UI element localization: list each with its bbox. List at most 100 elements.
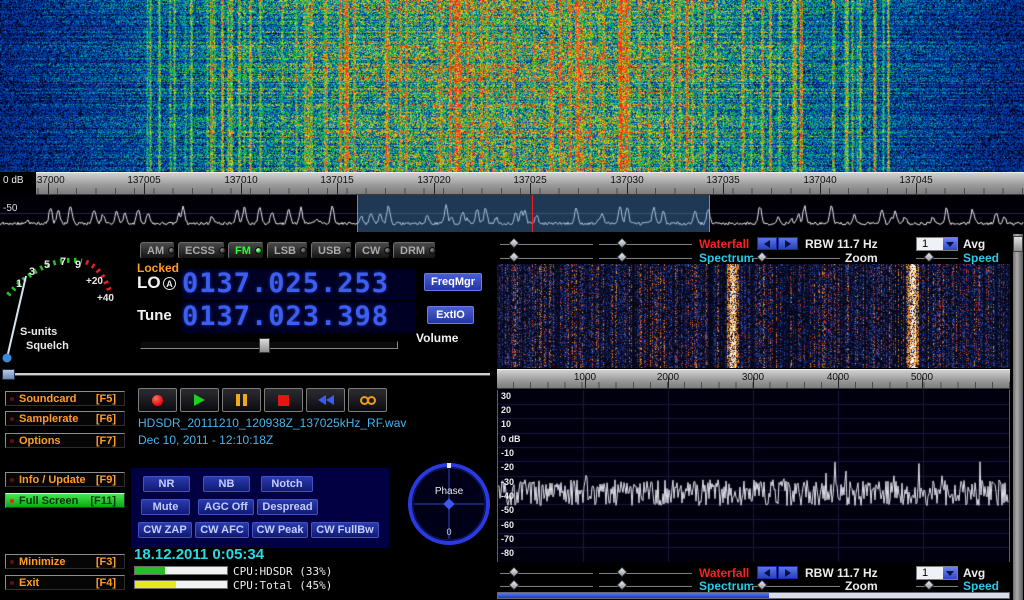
- zoom-label: Zoom: [845, 251, 878, 265]
- speed-slider-2[interactable]: [916, 580, 958, 591]
- playback-controls: [138, 388, 387, 412]
- vertical-scrollbar-thumb[interactable]: [1013, 236, 1023, 252]
- button-led-icon: [10, 478, 14, 482]
- shift-right-button-2[interactable]: [778, 566, 798, 579]
- rewind-button[interactable]: [306, 388, 345, 412]
- play-button[interactable]: [180, 388, 219, 412]
- passband-selection[interactable]: [357, 195, 710, 232]
- db-scale-label: -10: [501, 448, 514, 458]
- spectrum-range-slider[interactable]: [500, 252, 593, 263]
- record-button[interactable]: [138, 388, 177, 412]
- rf-spectrum-panel[interactable]: 30 20 10 0 dB -10 -20 -30 -40 -50 -60 -7…: [497, 390, 1010, 562]
- db-scale-label: 30: [501, 391, 511, 401]
- zoom-slider[interactable]: [752, 252, 840, 263]
- info-update-button[interactable]: Info / Update[F9]: [5, 472, 125, 487]
- avg-select-2[interactable]: 1: [916, 566, 958, 580]
- cw-afc-button[interactable]: CW AFC: [195, 522, 249, 538]
- waterfall-toggle-label[interactable]: Waterfall: [699, 237, 749, 251]
- dropdown-arrow-icon[interactable]: [943, 567, 957, 579]
- dropdown-arrow-icon[interactable]: [943, 238, 957, 250]
- speed-label-2: Speed: [963, 579, 999, 593]
- speed-slider[interactable]: [916, 252, 958, 263]
- button-fkey: [F7]: [96, 435, 116, 447]
- button-fkey: [F11]: [90, 495, 116, 507]
- slider-thumb[interactable]: [923, 579, 934, 590]
- slider-thumb[interactable]: [616, 579, 627, 590]
- stop-button[interactable]: [264, 388, 303, 412]
- soundcard-button[interactable]: Soundcard[F5]: [5, 391, 125, 406]
- nr-button[interactable]: NR: [143, 476, 190, 492]
- shift-right-button[interactable]: [778, 237, 798, 250]
- lo-label: LO: [137, 273, 161, 293]
- db-scale-label: -20: [501, 462, 514, 472]
- spectrum-toggle-label-2[interactable]: Spectrum: [699, 579, 754, 593]
- rbw-label: RBW 11.7 Hz: [805, 237, 878, 251]
- cw-fullbw-button[interactable]: CW FullBw: [311, 522, 379, 538]
- lo-frequency-display[interactable]: 0137.025.253: [182, 269, 416, 300]
- pause-button[interactable]: [222, 388, 261, 412]
- spectrum-offset-slider[interactable]: [599, 252, 692, 263]
- pause-icon: [236, 394, 247, 406]
- shift-left-button[interactable]: [757, 237, 777, 250]
- rf-top-controls-row1: Waterfall RBW 11.7 Hz 1 Avg: [0, 237, 1024, 251]
- loop-icon: [360, 396, 376, 405]
- main-waterfall[interactable]: [0, 0, 1024, 172]
- samplerate-button[interactable]: Samplerate[F6]: [5, 411, 125, 426]
- options-button[interactable]: Options[F7]: [5, 433, 125, 448]
- waterfall-brightness-slider[interactable]: [500, 238, 593, 249]
- rf-zoom-scrollbar-fill: [498, 593, 769, 598]
- slider-thumb[interactable]: [616, 566, 627, 577]
- volume-slider-thumb[interactable]: [259, 338, 270, 353]
- db-scale-label: -70: [501, 534, 514, 544]
- waterfall-brightness-slider-2[interactable]: [500, 567, 593, 578]
- despread-button[interactable]: Despread: [257, 499, 318, 515]
- slider-thumb[interactable]: [616, 251, 627, 262]
- spectrum-offset-slider-2[interactable]: [599, 580, 692, 591]
- spectrum-range-slider-2[interactable]: [500, 580, 593, 591]
- spectrum-overview[interactable]: -50: [0, 195, 1024, 232]
- slider-thumb[interactable]: [508, 251, 519, 262]
- cw-peak-button[interactable]: CW Peak: [252, 522, 308, 538]
- loop-button[interactable]: [348, 388, 387, 412]
- waterfall-contrast-slider-2[interactable]: [599, 567, 692, 578]
- zoom-slider-2[interactable]: [752, 580, 840, 591]
- waterfall-contrast-slider[interactable]: [599, 238, 692, 249]
- slider-thumb[interactable]: [508, 237, 519, 248]
- recording-filename: HDSDR_20111210_120938Z_137025kHz_RF.wav: [138, 416, 406, 430]
- agc-off-button[interactable]: AGC Off: [198, 499, 254, 515]
- avg-label: Avg: [963, 237, 985, 251]
- frequency-ruler[interactable]: 137000 137005 137010 137015 137020 13702…: [0, 172, 1024, 195]
- avg-select[interactable]: 1: [916, 237, 958, 251]
- waterfall-toggle-label-2[interactable]: Waterfall: [699, 566, 749, 580]
- spectrum-toggle-label[interactable]: Spectrum: [699, 251, 754, 265]
- volume-slider[interactable]: [140, 341, 398, 349]
- cw-zap-button[interactable]: CW ZAP: [138, 522, 192, 538]
- zoom-label-2: Zoom: [845, 579, 878, 593]
- db-scale-label: 10: [501, 419, 511, 429]
- slider-thumb[interactable]: [923, 251, 934, 262]
- recording-timestamp: Dec 10, 2011 - 12:10:18Z: [138, 433, 273, 447]
- slider-thumb[interactable]: [508, 566, 519, 577]
- shift-left-button-2[interactable]: [757, 566, 777, 579]
- squelch-label: Squelch: [26, 340, 69, 352]
- rf-waterfall-canvas[interactable]: [497, 264, 1010, 368]
- rf-frequency-ruler[interactable]: 1000 2000 3000 4000 5000: [497, 369, 1010, 389]
- notch-button[interactable]: Notch: [261, 476, 313, 492]
- slider-thumb[interactable]: [616, 237, 627, 248]
- mute-button[interactable]: Mute: [141, 499, 190, 515]
- tune-frequency-display[interactable]: 0137.023.398: [182, 302, 416, 333]
- slider-thumb[interactable]: [508, 579, 519, 590]
- fullscreen-button[interactable]: Full Screen[F11]: [5, 493, 125, 508]
- vertical-scrollbar[interactable]: [1013, 234, 1023, 600]
- lo-auto-badge[interactable]: A: [163, 277, 176, 290]
- rf-zoom-scrollbar[interactable]: [497, 592, 1010, 599]
- slider-thumb[interactable]: [756, 251, 767, 262]
- slider-thumb[interactable]: [756, 579, 767, 590]
- nb-button[interactable]: NB: [203, 476, 250, 492]
- dsp-panel: NR NB Notch Mute AGC Off Despread CW ZAP…: [131, 468, 389, 548]
- extio-button[interactable]: ExtIO: [427, 306, 474, 324]
- squelch-slider[interactable]: [2, 373, 490, 376]
- freqmgr-button[interactable]: FreqMgr: [424, 273, 482, 291]
- squelch-slider-thumb[interactable]: [2, 369, 15, 380]
- rf-spectrum-canvas[interactable]: [498, 390, 1009, 562]
